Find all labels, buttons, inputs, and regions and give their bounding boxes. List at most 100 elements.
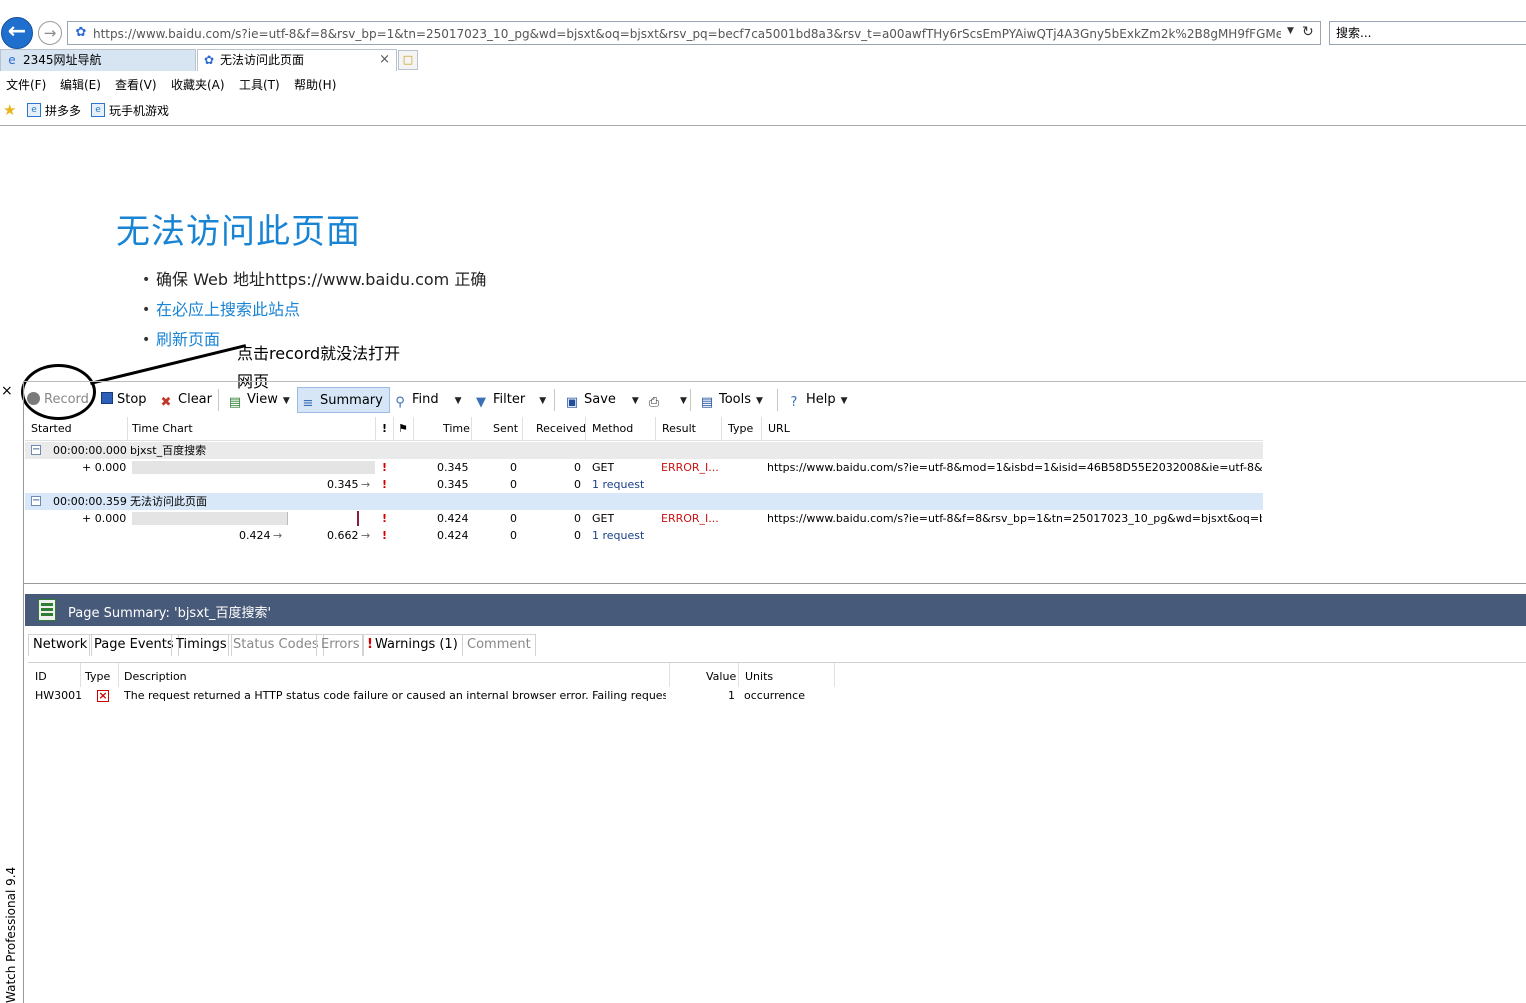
grid-divider[interactable] [24, 583, 1526, 584]
menu-file[interactable]: 文件(F) [6, 76, 46, 93]
col-divider [118, 663, 119, 687]
table-row[interactable]: + 0.000 ! 0.424 0 0 GET ERROR_I... https… [25, 510, 1263, 527]
col-started[interactable]: Started [31, 422, 72, 435]
toolbar-divider [554, 389, 555, 411]
group-title: bjxst_百度搜索 [130, 444, 207, 457]
menu-edit[interactable]: 编辑(E) [60, 76, 101, 93]
baidu-paw-icon: ✿ [203, 53, 215, 67]
col-divider [721, 417, 722, 441]
close-panel-icon[interactable]: × [1, 383, 13, 399]
col-method[interactable]: Method [592, 422, 633, 435]
tab-warnings[interactable]: ! Warnings (1) [362, 634, 463, 656]
chevron-down-icon: ▼ [631, 396, 639, 406]
collapse-icon[interactable]: − [31, 496, 41, 506]
find-button[interactable]: ⚲ Find ▼ [392, 387, 462, 413]
suggestion-search-bing-link[interactable]: 在必应上搜索此站点 [142, 298, 486, 328]
menu-view[interactable]: 查看(V) [115, 76, 157, 93]
summary-button[interactable]: ≡ Summary [297, 387, 390, 413]
entry-result: ERROR_I... [661, 461, 719, 474]
filter-label: Filter [493, 392, 526, 407]
refresh-icon[interactable]: ↻ [1302, 24, 1314, 40]
col-id[interactable]: ID [35, 670, 47, 683]
table-row[interactable]: + 0.000 ! 0.345 0 0 GET ERROR_I... https… [25, 459, 1263, 476]
favorites-star-icon[interactable]: ★ [3, 101, 16, 119]
entry-sent: 0 [510, 461, 517, 474]
summary-mark: 0.424 [239, 529, 271, 542]
col-divider [761, 417, 762, 441]
group-row[interactable]: − 00:00:00.000 bjxst_百度搜索 [25, 442, 1263, 459]
summary-received: 0 [574, 478, 581, 491]
col-time[interactable]: Time [443, 422, 470, 435]
tab-network[interactable]: Network [28, 634, 93, 656]
menu-tools[interactable]: 工具(T) [239, 76, 280, 93]
col-url[interactable]: URL [768, 422, 790, 435]
error-title: 无法访问此页面 [116, 212, 361, 252]
chevron-down-icon: ▼ [454, 396, 462, 406]
col-divider [655, 417, 656, 441]
filter-button[interactable]: ▼ Filter ▼ [473, 387, 546, 413]
record-button[interactable]: Record [27, 387, 89, 413]
col-received[interactable]: Received [536, 422, 586, 435]
flag-icon[interactable]: ⚑ [398, 422, 408, 435]
ie-page-icon: e [91, 103, 105, 117]
group-row[interactable]: − 00:00:00.359 无法访问此页面 [25, 493, 1263, 510]
favorite-mobile-games[interactable]: e 玩手机游戏 [91, 102, 169, 119]
close-tab-icon[interactable]: × [379, 50, 390, 70]
tab-comment[interactable]: Comment [462, 634, 536, 656]
search-input[interactable]: 搜索... [1329, 21, 1526, 45]
tab-timings[interactable]: Timings [171, 634, 232, 656]
grid-header: Started Time Chart ! ⚑ Time Sent Receive… [25, 417, 1263, 441]
chevron-down-icon: ▼ [680, 396, 687, 406]
collapse-icon[interactable]: − [31, 445, 41, 455]
stop-button[interactable]: Stop [101, 387, 147, 413]
warnings-label: Warnings (1) [375, 637, 458, 652]
col-divider [669, 663, 670, 687]
col-bang[interactable]: ! [382, 422, 387, 435]
side-title: Watch Professional 9.4 [4, 866, 18, 1003]
toolbar-divider [777, 389, 778, 411]
col-time-chart[interactable]: Time Chart [132, 422, 193, 435]
menu-favorites[interactable]: 收藏夹(A) [171, 76, 225, 93]
col-description[interactable]: Description [124, 670, 187, 683]
col-type[interactable]: Type [728, 422, 753, 435]
favorite-pinduoduo[interactable]: e 拼多多 [27, 102, 81, 119]
table-row[interactable]: HW3001 × The request returned a HTTP sta… [28, 688, 1526, 706]
favorite-label: 玩手机游戏 [109, 104, 170, 118]
url-text[interactable]: https://www.baidu.com/s?ie=utf-8&f=8&rsv… [93, 26, 1281, 42]
tab-status-codes[interactable]: Status Codes [228, 634, 324, 656]
col-sent[interactable]: Sent [493, 422, 518, 435]
help-button[interactable]: ? Help ▼ [786, 387, 848, 413]
entry-offset: + 0.000 [82, 512, 127, 525]
tools-button[interactable]: ▤ Tools ▼ [699, 387, 763, 413]
col-value[interactable]: Value [706, 670, 736, 683]
address-dropdown-icon[interactable]: ▼ [1287, 26, 1294, 36]
stop-label: Stop [117, 392, 147, 407]
warning-icon: ! [367, 637, 373, 652]
entry-received: 0 [574, 461, 581, 474]
group-summary-row: 0.345 → ! 0.345 0 0 1 request [25, 476, 1263, 493]
entry-sent: 0 [510, 512, 517, 525]
menu-help[interactable]: 帮助(H) [294, 76, 336, 93]
summary-document-icon [38, 599, 56, 621]
col-units[interactable]: Units [745, 670, 773, 683]
tab-errors[interactable]: Errors [316, 634, 365, 656]
address-bar[interactable]: ✿ https://www.baidu.com/s?ie=utf-8&f=8&r… [67, 21, 1321, 45]
col-result[interactable]: Result [662, 422, 696, 435]
clear-button[interactable]: ✖ Clear [158, 387, 212, 413]
view-button[interactable]: ▤ View ▼ [227, 387, 290, 413]
save-button[interactable]: ▣ Save ▼ [564, 387, 639, 413]
tab-2345-nav[interactable]: e 2345网址导航 [0, 49, 196, 71]
tab-error-page[interactable]: ✿ 无法访问此页面 × [197, 49, 397, 71]
entry-url: https://www.baidu.com/s?ie=utf-8&mod=1&i… [767, 461, 1262, 474]
menu-bar: 文件(F) 编辑(E) 查看(V) 收藏夹(A) 工具(T) 帮助(H) [0, 73, 1526, 95]
summary-sent: 0 [510, 529, 517, 542]
tab-label: 无法访问此页面 [220, 53, 305, 67]
print-button[interactable]: ⎙ ▼ [646, 387, 687, 413]
col-type[interactable]: Type [85, 670, 110, 683]
tab-page-events[interactable]: Page Events [89, 634, 179, 656]
toolbar-divider [218, 389, 219, 411]
back-arrow-icon[interactable]: ← [1, 17, 33, 49]
forward-arrow-icon[interactable]: → [38, 21, 62, 45]
time-chart-bar [132, 512, 287, 525]
new-tab-icon[interactable]: □ [398, 50, 418, 70]
